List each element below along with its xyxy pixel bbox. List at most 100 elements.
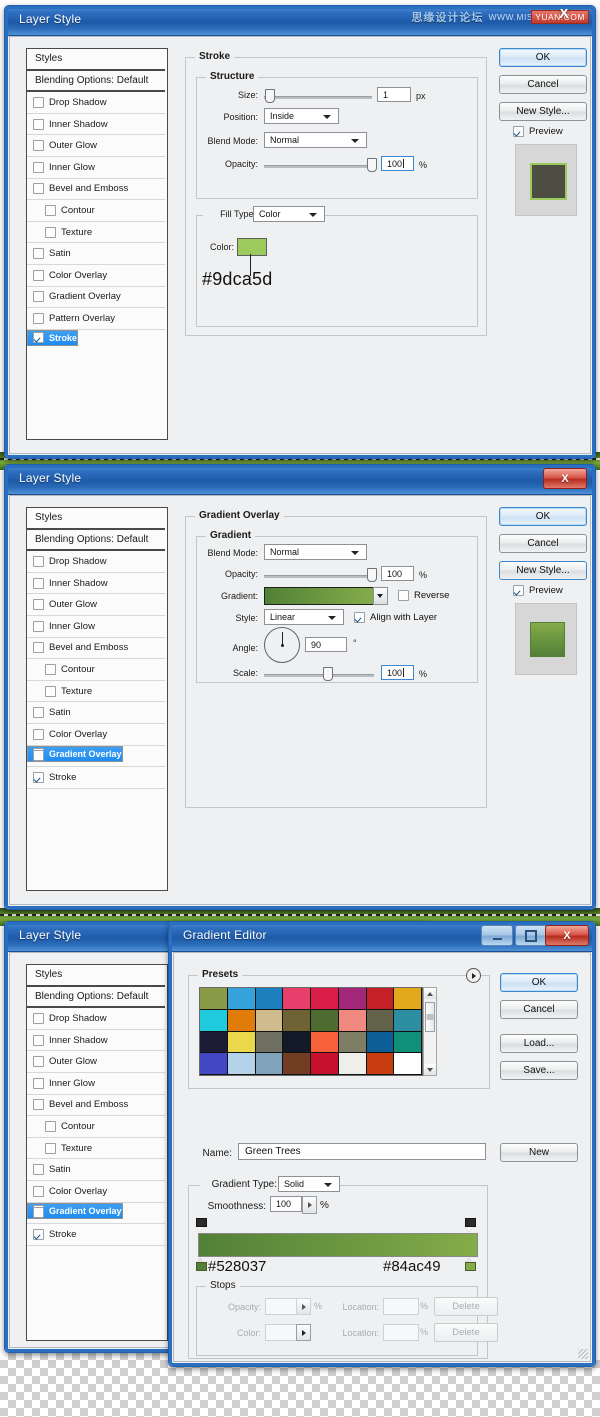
close-button-panel2[interactable]: X [543, 468, 587, 489]
preset-swatch[interactable] [255, 1009, 284, 1032]
scrollbar-thumb[interactable] [425, 1002, 435, 1032]
styles-list-item-bevel-and-emboss[interactable]: Bevel and Emboss [27, 638, 165, 660]
gradient-type-select[interactable]: Solid [278, 1176, 340, 1192]
styles-list-checkbox[interactable] [33, 555, 44, 567]
styles-list-checkbox[interactable] [33, 1164, 44, 1176]
opacity-input[interactable]: 100 [381, 156, 414, 171]
styles-list-checkbox[interactable] [33, 269, 44, 281]
new-style-button-panel1[interactable]: New Style... [499, 102, 587, 121]
styles-list-item-color-overlay[interactable]: Color Overlay [27, 724, 165, 746]
scale-slider-track[interactable] [264, 674, 374, 677]
preset-swatch[interactable] [338, 988, 367, 1010]
styles-list-item-inner-glow[interactable]: Inner Glow [27, 157, 165, 179]
styles-list-checkbox[interactable] [33, 96, 44, 108]
opacity-slider-thumb-p2[interactable] [367, 568, 377, 582]
preview-checkbox[interactable] [513, 585, 524, 596]
reverse-checkbox-row[interactable]: Reverse [398, 590, 449, 601]
preset-swatch[interactable] [366, 1009, 395, 1032]
styles-list-checkbox[interactable] [33, 1056, 44, 1068]
styles-list-checkbox[interactable] [45, 1120, 56, 1132]
resize-grip[interactable] [578, 1349, 588, 1359]
preset-swatch[interactable] [394, 1031, 422, 1054]
preset-swatch[interactable] [366, 1031, 395, 1054]
styles-list-item-contour[interactable]: Contour [27, 200, 165, 222]
styles-list-item-blending-options-default[interactable]: Blending Options: Default [27, 530, 165, 552]
gradient-dropdown-button[interactable] [373, 587, 388, 605]
styles-list-item-styles[interactable]: Styles [27, 965, 165, 987]
load-button[interactable]: Load... [500, 1034, 578, 1053]
styles-list-item-outer-glow[interactable]: Outer Glow [27, 594, 165, 616]
align-checkbox-row[interactable]: Align with Layer [354, 612, 437, 623]
styles-list-item-texture[interactable]: Texture [27, 1138, 165, 1160]
styles-list-item-gradient-overlay[interactable]: Gradient Overlay [27, 287, 165, 309]
style-select[interactable]: Linear [264, 609, 344, 625]
preset-swatch[interactable] [227, 1009, 256, 1032]
ok-button-gradient-editor[interactable]: OK [500, 973, 578, 992]
styles-list-checkbox[interactable] [33, 1077, 44, 1089]
preview-checkbox-row-panel1[interactable]: Preview [513, 126, 563, 137]
styles-list-checkbox[interactable] [33, 599, 44, 611]
size-input[interactable]: 1 [377, 87, 411, 102]
position-select[interactable]: Inside [264, 108, 339, 124]
styles-list-checkbox[interactable] [33, 332, 44, 344]
opacity-input-p2[interactable]: 100 [381, 566, 414, 581]
cancel-button-panel1[interactable]: Cancel [499, 75, 587, 94]
cancel-button-gradient-editor[interactable]: Cancel [500, 1000, 578, 1019]
scale-slider-thumb[interactable] [323, 667, 333, 681]
preset-swatch[interactable] [255, 1031, 284, 1054]
styles-list-checkbox[interactable] [45, 226, 56, 238]
styles-list-item-texture[interactable]: Texture [27, 222, 165, 244]
preset-swatch[interactable] [366, 1053, 395, 1075]
styles-list-item-inner-shadow[interactable]: Inner Shadow [27, 114, 165, 136]
preset-swatch[interactable] [311, 1009, 339, 1032]
styles-list-checkbox[interactable] [33, 248, 44, 260]
styles-list-item-stroke[interactable]: Stroke [27, 767, 165, 789]
styles-list-checkbox[interactable] [33, 1207, 44, 1219]
filltype-select[interactable]: Color [253, 206, 325, 222]
preset-swatch[interactable] [283, 1031, 311, 1054]
styles-list-checkbox[interactable] [33, 1034, 44, 1046]
ok-button-panel1[interactable]: OK [499, 48, 587, 67]
styles-list-item-contour[interactable]: Contour [27, 1116, 165, 1138]
styles-list-item-bevel-and-emboss[interactable]: Bevel and Emboss [27, 179, 165, 201]
save-button[interactable]: Save... [500, 1061, 578, 1080]
preview-checkbox[interactable] [513, 126, 524, 137]
maximize-button[interactable] [515, 925, 547, 946]
styles-list-checkbox[interactable] [45, 204, 56, 216]
styles-list-item-styles[interactable]: Styles [27, 508, 165, 530]
styles-list-checkbox[interactable] [33, 140, 44, 152]
size-slider-thumb[interactable] [265, 89, 275, 103]
styles-list-checkbox[interactable] [45, 685, 56, 697]
styles-list-rows-panel3[interactable]: Styles Blending Options: Default Drop Shad… [27, 965, 165, 1246]
preset-swatch[interactable] [283, 988, 311, 1010]
styles-list-item-drop-shadow[interactable]: Drop Shadow [27, 1008, 165, 1030]
preset-swatch[interactable] [394, 988, 422, 1010]
styles-list-checkbox[interactable] [33, 1185, 44, 1197]
preset-swatch[interactable] [283, 1009, 311, 1032]
preset-swatch[interactable] [338, 1053, 367, 1075]
presets-swatch-grid[interactable] [199, 987, 423, 1076]
styles-list-item-stroke[interactable]: Stroke [27, 1224, 165, 1246]
gradient-name-input[interactable]: Green Trees [238, 1143, 486, 1160]
preset-swatch[interactable] [394, 1053, 422, 1075]
scroll-up-button[interactable] [424, 988, 436, 999]
cancel-button-panel2[interactable]: Cancel [499, 534, 587, 553]
blend-mode-select[interactable]: Normal [264, 132, 367, 148]
styles-list-item-inner-shadow[interactable]: Inner Shadow [27, 573, 165, 595]
color-stop-left[interactable] [196, 1257, 207, 1271]
gradient-strip[interactable] [198, 1233, 478, 1257]
stroke-color-swatch[interactable] [237, 238, 267, 256]
preset-swatch[interactable] [200, 1053, 228, 1075]
styles-list-item-drop-shadow[interactable]: Drop Shadow [27, 92, 165, 114]
angle-input[interactable]: 90 [305, 637, 347, 652]
styles-list-checkbox[interactable] [33, 161, 44, 173]
gradient-preview-bar[interactable] [264, 587, 374, 605]
preset-swatch[interactable] [311, 1031, 339, 1054]
opacity-slider-thumb[interactable] [367, 158, 377, 172]
minimize-button[interactable] [481, 925, 513, 946]
styles-list-item-blending-options-default[interactable]: Blending Options: Default [27, 987, 165, 1009]
align-with-layer-checkbox[interactable] [354, 612, 365, 623]
preset-swatch[interactable] [200, 988, 228, 1010]
color-stop-right[interactable] [465, 1257, 476, 1271]
styles-list-checkbox[interactable] [33, 642, 44, 654]
